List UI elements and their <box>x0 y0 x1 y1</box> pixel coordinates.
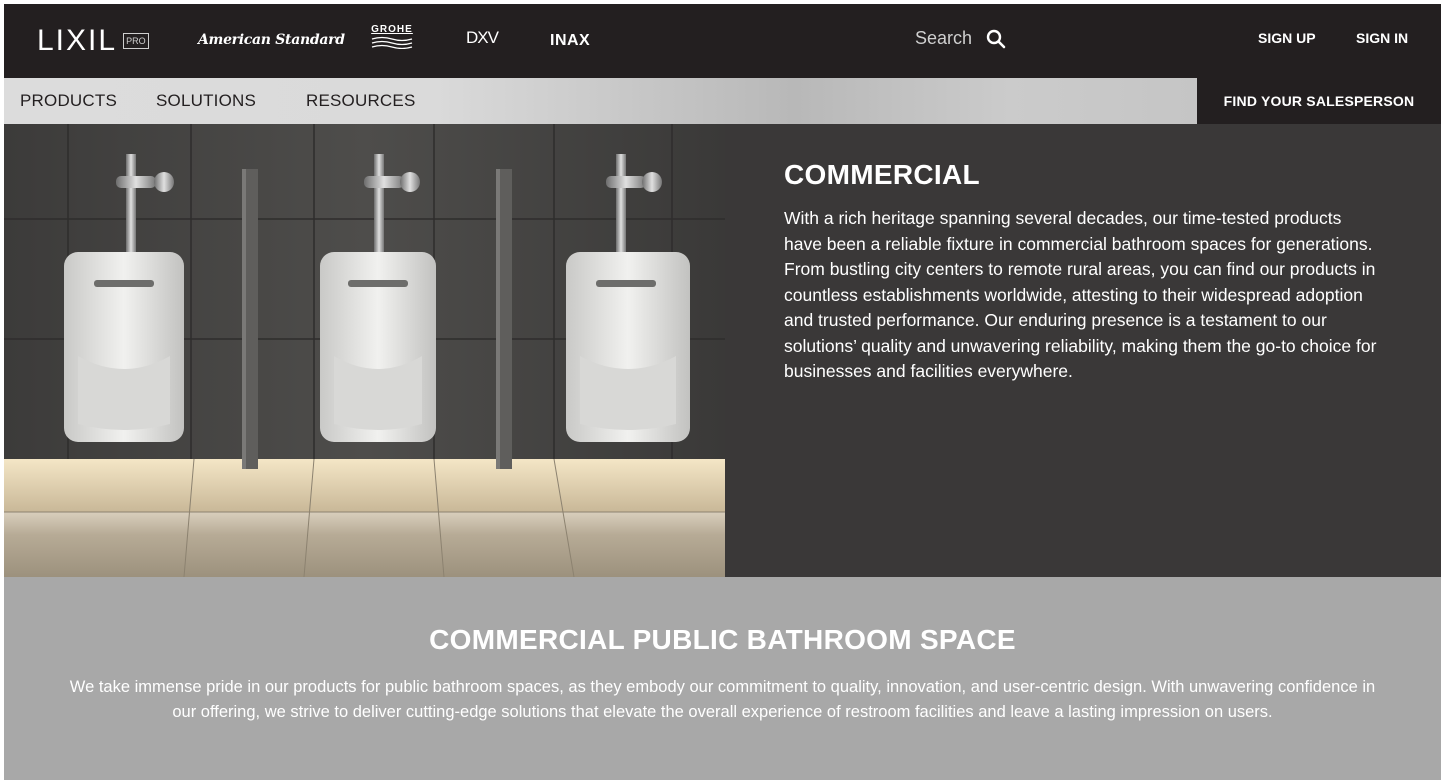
section-description: We take immense pride in our products fo… <box>69 678 1376 721</box>
urinals-hero-image <box>4 124 725 577</box>
search-input[interactable]: Search <box>915 28 972 49</box>
section-title: COMMERCIAL PUBLIC BATHROOM SPACE <box>429 624 1016 655</box>
brand-grohe-link[interactable]: GROHE <box>366 24 418 54</box>
urinals-illustration <box>4 124 725 577</box>
search-icon[interactable] <box>986 29 1006 49</box>
hero-section: COMMERCIAL With a rich heritage spanning… <box>4 124 1441 577</box>
brand-american-standard-link[interactable]: American Standard <box>198 32 345 48</box>
nav-item-resources[interactable]: RESOURCES <box>306 91 416 111</box>
brand-dxv-link[interactable]: DXV <box>466 28 499 48</box>
nav-item-solutions[interactable]: SOLUTIONS <box>156 91 256 111</box>
logo-badge: PRO <box>123 33 149 49</box>
sign-in-link[interactable]: SIGN IN <box>1356 30 1408 46</box>
find-salesperson-button[interactable]: FIND YOUR SALESPERSON <box>1197 78 1441 124</box>
brand-inax-link[interactable]: INAX <box>550 32 590 50</box>
hero-title: COMMERCIAL <box>784 159 980 190</box>
public-bathroom-section: COMMERCIAL PUBLIC BATHROOM SPACE We take… <box>4 577 1441 780</box>
site-header: LIXIL PRO American Standard GROHE DXV IN… <box>4 4 1441 78</box>
main-nav: PRODUCTS SOLUTIONS RESOURCES FIND YOUR S… <box>4 78 1441 124</box>
logo-text: LIXIL <box>37 24 118 57</box>
nav-item-products[interactable]: PRODUCTS <box>20 91 117 111</box>
grohe-label: GROHE <box>371 24 413 35</box>
hero-description: With a rich heritage spanning several de… <box>784 208 1377 381</box>
search-box[interactable]: Search <box>915 28 1006 49</box>
page-frame: LIXIL PRO American Standard GROHE DXV IN… <box>4 4 1441 780</box>
hero-text-panel: COMMERCIAL With a rich heritage spanning… <box>725 124 1441 577</box>
lixil-pro-logo[interactable]: LIXIL PRO <box>37 26 149 56</box>
grohe-wave-icon <box>371 36 413 50</box>
sign-up-link[interactable]: SIGN UP <box>1258 30 1316 46</box>
